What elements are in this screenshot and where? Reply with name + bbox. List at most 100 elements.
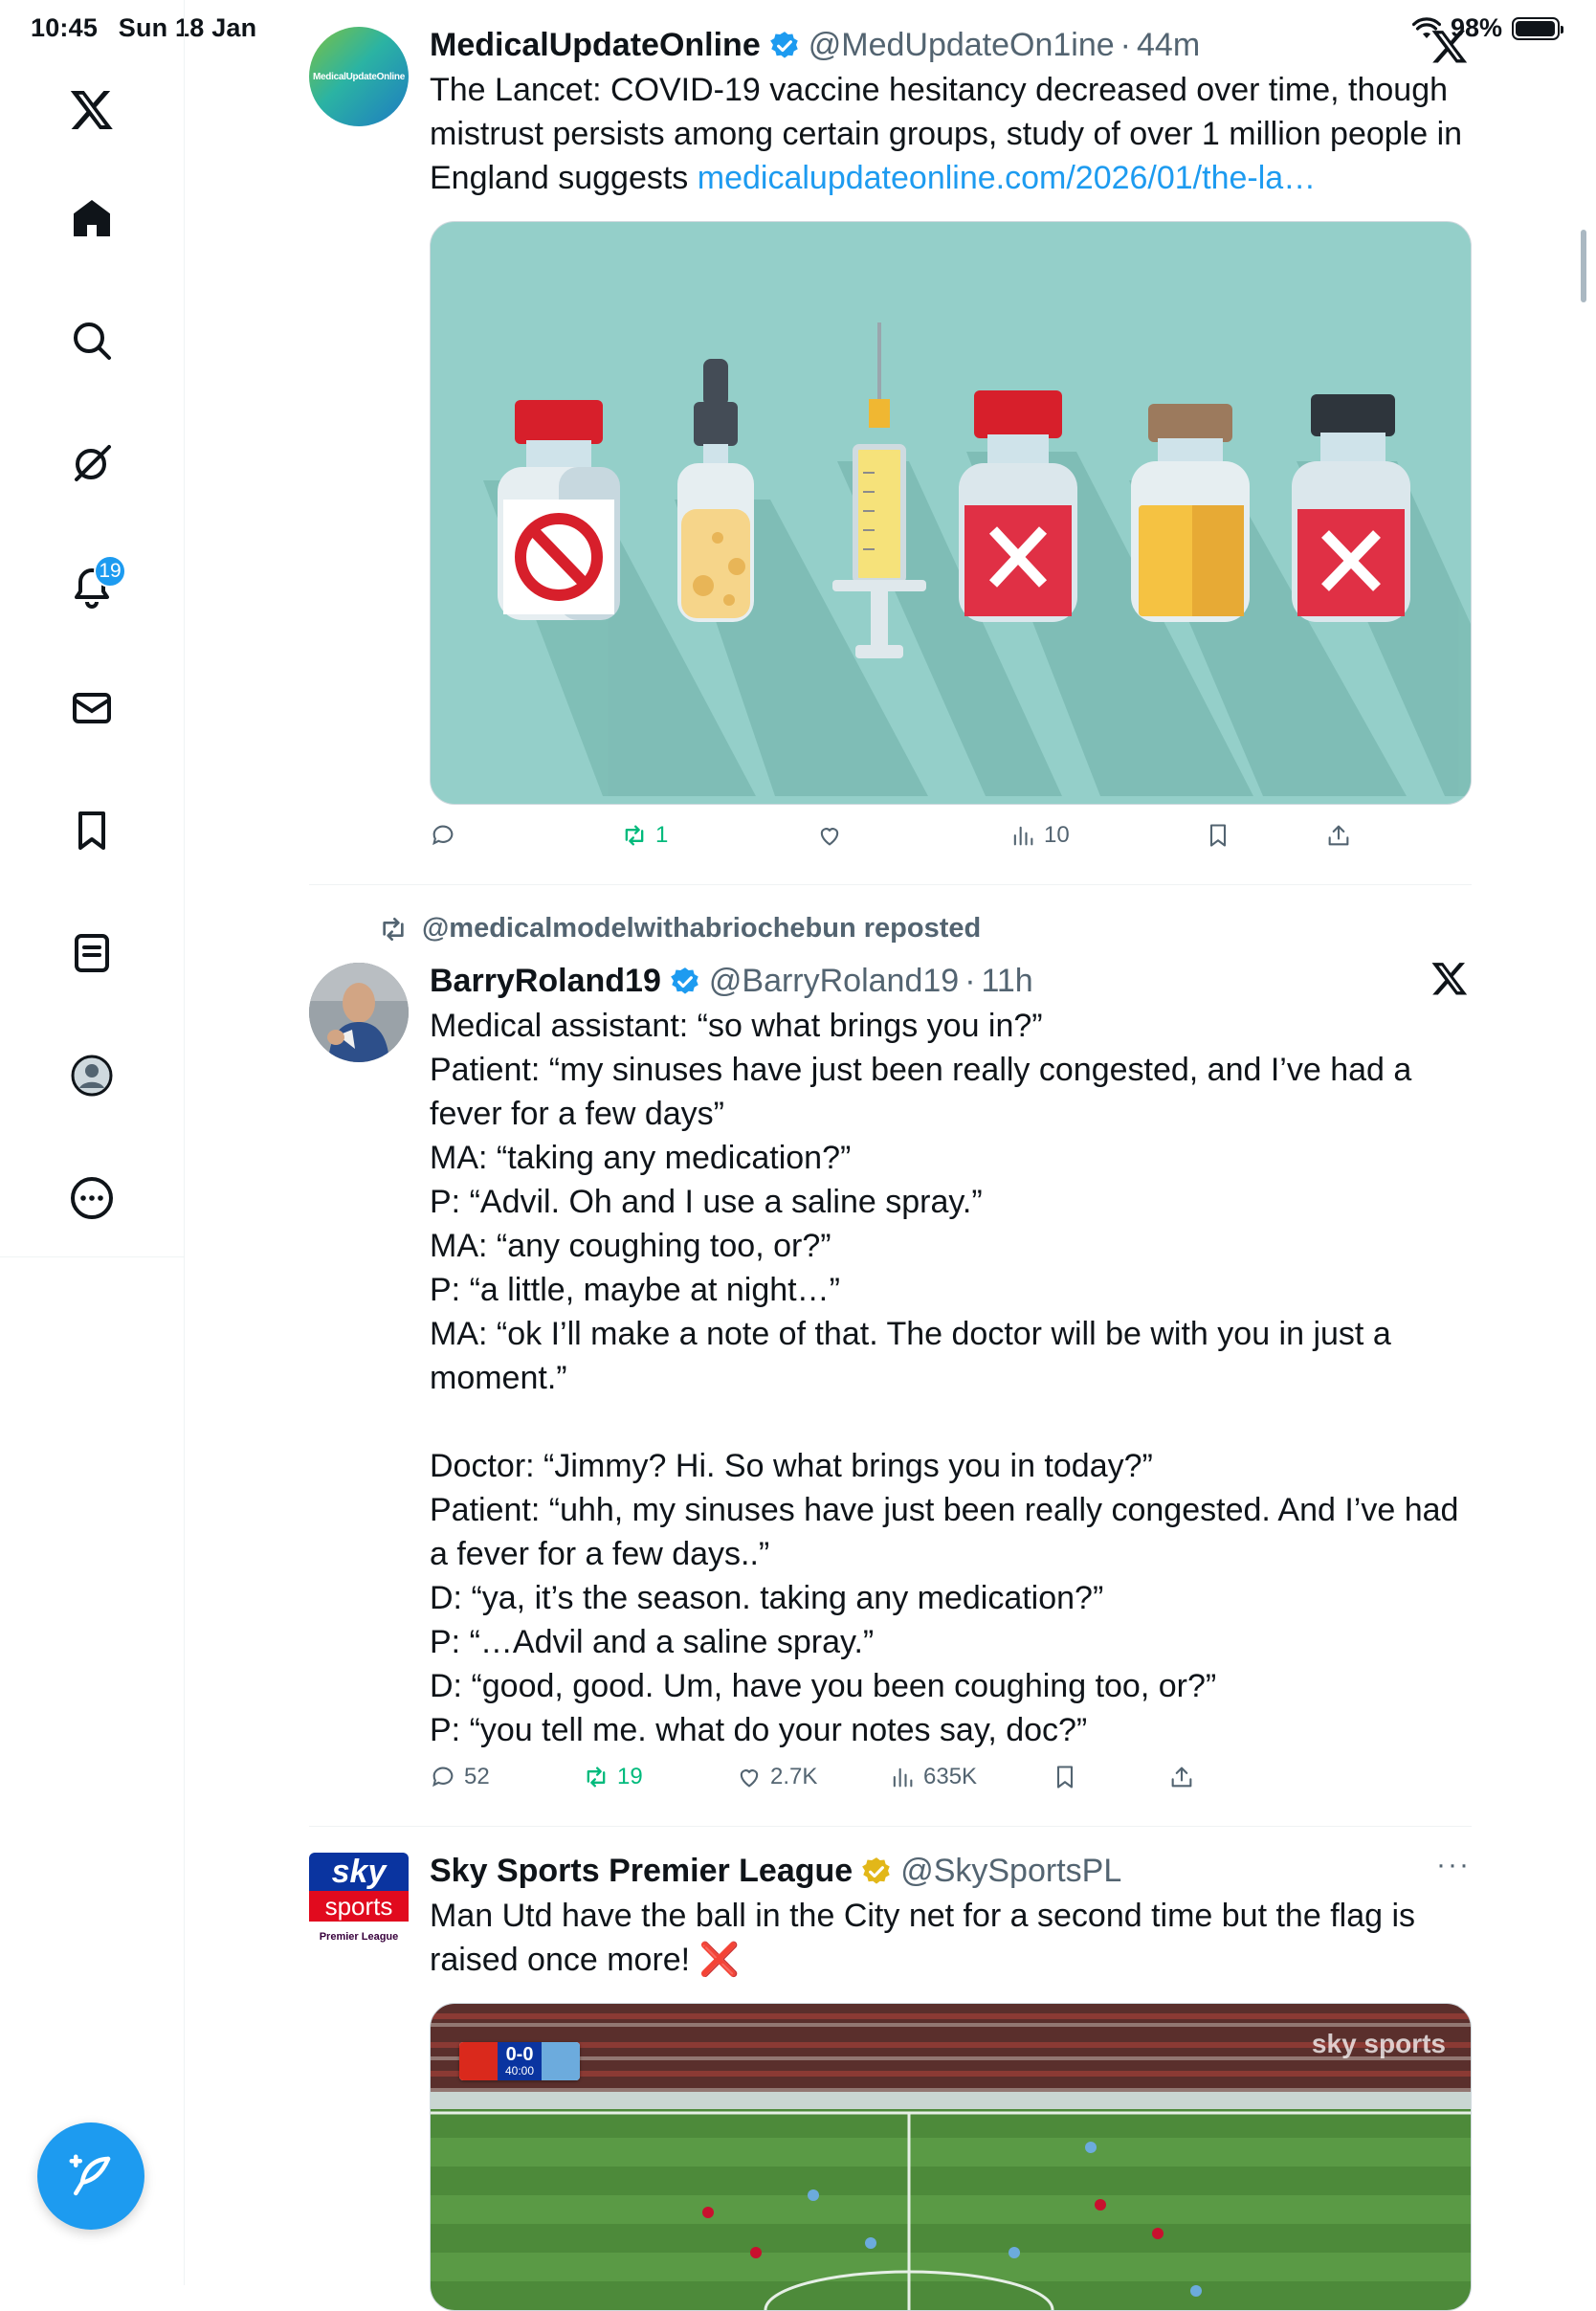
views-button[interactable]: 10 xyxy=(1009,822,1070,849)
bookmark-button[interactable] xyxy=(1052,1764,1078,1790)
reply-icon xyxy=(432,1767,454,1788)
tweet-separator xyxy=(309,884,1472,885)
verified-gold-badge-icon xyxy=(862,1856,890,1884)
tweet-content: Sky Sports Premier League @SkySportsPL M… xyxy=(430,1853,1472,2311)
views-icon xyxy=(893,1767,913,1788)
tweet-actions: 52 19 2.7K 635K xyxy=(430,1764,1472,1802)
tweet-text-main: Man Utd have the ball in the City net fo… xyxy=(430,1898,1425,1978)
heart-icon xyxy=(820,828,839,846)
author-handle[interactable]: @BarryRoland19 xyxy=(709,963,959,1000)
tweet-text: The Lancet: COVID-19 vaccine hesitancy d… xyxy=(430,68,1472,200)
x-logo-icon[interactable] xyxy=(54,71,130,147)
x-logo-icon xyxy=(1431,963,1468,995)
bookmark-icon xyxy=(78,811,105,850)
author-name[interactable]: Sky Sports Premier League xyxy=(430,1853,853,1890)
compose-button[interactable] xyxy=(37,2122,144,2230)
sidebar-item-more[interactable] xyxy=(54,1160,130,1236)
tweet-video-football[interactable]: 0-0 40:00 sky sports xyxy=(430,2003,1472,2311)
bookmark-icon xyxy=(1056,1766,1074,1789)
reply-button[interactable] xyxy=(430,822,464,849)
repost-label[interactable]: @medicalmodelwithabriochebun reposted xyxy=(422,913,981,944)
search-icon xyxy=(74,322,111,360)
mail-icon xyxy=(73,693,111,723)
x-logo-icon xyxy=(1431,31,1468,63)
separator-dot: · xyxy=(1119,27,1131,63)
author-name[interactable]: BarryRoland19 xyxy=(430,963,661,1000)
repost-indicator: @medicalmodelwithabriochebun reposted xyxy=(378,913,981,944)
more-options-button[interactable]: ··· xyxy=(1436,1849,1471,1881)
battery-icon xyxy=(1512,16,1563,40)
tweet-content: MedicalUpdateOnline @MedUpdateOn1ine · 4… xyxy=(430,27,1472,860)
bookmark-button[interactable] xyxy=(1205,822,1231,849)
avatar-photo xyxy=(309,963,409,1062)
tweet-actions: 1 10 xyxy=(430,822,1472,860)
tweet-link[interactable]: medicalupdateonline.com/2026/01/the-la… xyxy=(698,160,1316,196)
list-icon xyxy=(75,934,109,972)
separator-dot: · xyxy=(964,963,976,999)
share-button[interactable] xyxy=(1168,1764,1195,1790)
tweet-content: BarryRoland19 @BarryRoland19 · 11h Medic… xyxy=(430,963,1472,1802)
retweet-count: 19 xyxy=(617,1764,643,1789)
sidebar-item-grok[interactable] xyxy=(54,425,130,501)
views-count: 635K xyxy=(923,1764,978,1789)
grok-icon xyxy=(75,445,111,481)
views-count: 10 xyxy=(1044,822,1070,848)
share-button[interactable] xyxy=(1325,822,1352,849)
man-city-crest-icon xyxy=(542,2042,581,2080)
like-button[interactable] xyxy=(816,822,851,849)
tweet-image-vaccines[interactable] xyxy=(430,221,1472,805)
sidebar-item-notifications[interactable]: 19 xyxy=(54,547,130,624)
author-name[interactable]: MedicalUpdateOnline xyxy=(430,27,761,64)
retweet-button[interactable]: 19 xyxy=(583,1764,643,1790)
avatar-barryroland19[interactable] xyxy=(309,963,409,1062)
tweet-header: MedicalUpdateOnline @MedUpdateOn1ine · 4… xyxy=(430,27,1472,64)
tweet-header: Sky Sports Premier League @SkySportsPL xyxy=(430,1853,1472,1890)
heart-icon xyxy=(740,1769,759,1788)
avatar-skysportspl[interactable]: sky sports Premier League xyxy=(309,1853,409,1952)
home-icon xyxy=(74,200,110,236)
retweet-count: 1 xyxy=(655,822,669,848)
scrollbar[interactable] xyxy=(1581,230,1586,302)
avatar-medicalupdateonline[interactable]: MedicalUpdateOnline xyxy=(309,27,409,126)
like-button[interactable]: 2.7K xyxy=(736,1764,817,1790)
sky-sports-watermark: sky sports xyxy=(1311,2029,1446,2058)
sky-logo: sky xyxy=(309,1853,409,1891)
sidebar-item-lists[interactable] xyxy=(54,915,130,991)
share-icon xyxy=(1328,825,1349,846)
battery-fill xyxy=(1516,20,1555,36)
reply-count: 52 xyxy=(464,1764,490,1789)
vaccine-illustration xyxy=(483,322,1471,796)
scoreboard: 0-0 40:00 xyxy=(459,2042,581,2080)
tweet-text: Medical assistant: “so what brings you i… xyxy=(430,1008,1459,1748)
profile-icon xyxy=(71,1055,113,1097)
verified-badge-icon xyxy=(769,31,798,58)
author-handle[interactable]: @MedUpdateOn1ine xyxy=(809,27,1115,64)
reply-icon xyxy=(432,825,454,846)
compose-feather-icon xyxy=(69,2154,111,2196)
sidebar-item-bookmarks[interactable] xyxy=(54,792,130,869)
sidebar-item-messages[interactable] xyxy=(54,670,130,746)
more-icon xyxy=(71,1177,113,1219)
bookmark-icon xyxy=(1209,824,1227,847)
sidebar: 19 xyxy=(0,0,185,2285)
sidebar-item-explore[interactable] xyxy=(54,302,130,379)
views-icon xyxy=(1013,826,1033,846)
score: 0-0 xyxy=(505,2044,534,2065)
sports-logo: sports xyxy=(309,1891,409,1922)
like-count: 2.7K xyxy=(770,1764,818,1789)
sidebar-item-profile[interactable] xyxy=(54,1037,130,1114)
tweet-separator xyxy=(309,1826,1472,1827)
tweet-time[interactable]: 11h xyxy=(982,963,1033,1000)
views-button[interactable]: 635K xyxy=(889,1764,977,1790)
notification-badge: 19 xyxy=(94,555,126,588)
tweet-time[interactable]: 44m xyxy=(1137,27,1200,64)
reply-button[interactable]: 52 xyxy=(430,1764,490,1790)
avatar-logo-text: MedicalUpdateOnline xyxy=(313,71,405,82)
cross-mark-emoji: ❌ xyxy=(698,1942,740,1978)
match-clock: 40:00 xyxy=(505,2064,535,2078)
retweet-button[interactable]: 1 xyxy=(621,822,668,849)
premier-league-label: Premier League xyxy=(319,1931,399,1943)
sidebar-item-home[interactable] xyxy=(54,180,130,256)
author-handle[interactable]: @SkySportsPL xyxy=(900,1853,1121,1890)
retweet-icon xyxy=(587,1767,606,1788)
